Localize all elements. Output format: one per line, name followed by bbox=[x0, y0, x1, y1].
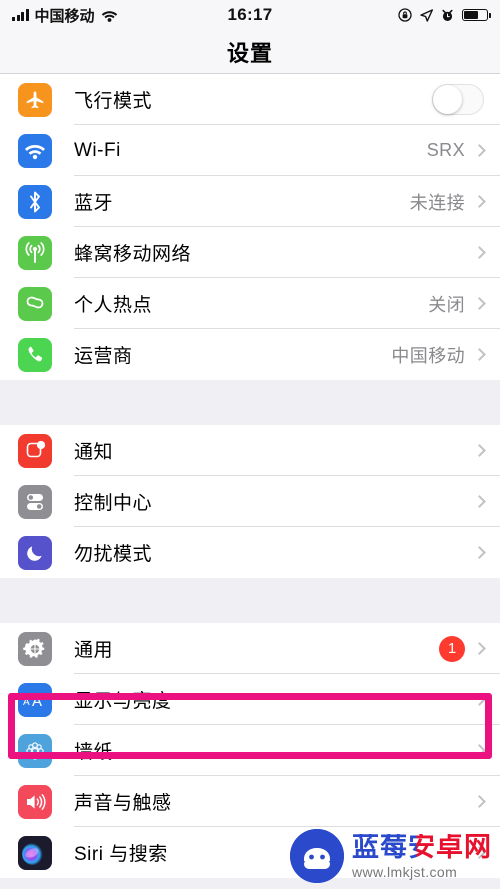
settings-row-value: 未连接 bbox=[409, 192, 465, 213]
watermark-text: 蓝莓安卓网 www.lmkjst.com bbox=[352, 831, 492, 880]
do-not-disturb-moon-icon bbox=[18, 535, 52, 570]
chevron-right-icon bbox=[473, 495, 486, 508]
siri-orb-icon bbox=[18, 835, 52, 870]
status-badge: 1 bbox=[439, 635, 465, 662]
settings-row-wallpaper[interactable]: 墙纸 bbox=[0, 725, 500, 776]
watermark-url: www.lmkjst.com bbox=[352, 863, 458, 880]
wallpaper-flower-icon bbox=[18, 733, 52, 768]
settings-list[interactable]: 飞行模式 Wi-Fi SRX 蓝牙 未连接 蜂窝移动网络 个人热点 关闭 运营商… bbox=[0, 74, 500, 889]
settings-group-connectivity: 飞行模式 Wi-Fi SRX 蓝牙 未连接 蜂窝移动网络 个人热点 关闭 运营商… bbox=[0, 74, 500, 380]
watermark-title: 蓝莓安卓网 bbox=[352, 831, 492, 862]
settings-row-label: 显示与亮度 bbox=[74, 691, 172, 712]
settings-row-accessory: 1 bbox=[439, 635, 500, 662]
status-bar-right bbox=[398, 8, 491, 22]
wifi-icon bbox=[18, 133, 52, 168]
chevron-right-icon bbox=[473, 744, 486, 757]
settings-row-accessory: 关闭 bbox=[428, 291, 500, 317]
location-arrow-icon bbox=[420, 8, 433, 22]
settings-row-accessory bbox=[465, 546, 500, 559]
chevron-right-icon bbox=[473, 546, 486, 559]
settings-row-carrier[interactable]: 运营商 中国移动 bbox=[0, 329, 500, 380]
settings-row-label: 通用 bbox=[74, 640, 114, 661]
svg-text:A: A bbox=[32, 693, 42, 710]
settings-row-value: 关闭 bbox=[428, 294, 465, 315]
chevron-right-icon bbox=[473, 246, 486, 259]
chevron-right-icon bbox=[473, 195, 486, 208]
page-title: 设置 bbox=[226, 40, 273, 66]
settings-row-accessory bbox=[465, 795, 500, 808]
settings-row-accessory bbox=[432, 84, 500, 115]
chevron-right-icon bbox=[473, 348, 486, 361]
settings-row-value: 中国移动 bbox=[391, 345, 465, 366]
phone-screen: 中国移动 16:17 设置 飞行模式 Wi-Fi SRX 蓝牙 未连接 蜂窝移动… bbox=[0, 0, 500, 889]
sounds-speaker-icon bbox=[18, 784, 52, 819]
settings-row-display-brightness[interactable]: A A 显示与亮度 bbox=[0, 674, 500, 725]
settings-row-notifications[interactable]: 通知 bbox=[0, 425, 500, 476]
settings-row-wifi[interactable]: Wi-Fi SRX bbox=[0, 125, 500, 176]
settings-row-accessory: 未连接 bbox=[410, 189, 500, 215]
settings-row-accessory bbox=[465, 444, 500, 457]
airplane-icon bbox=[18, 82, 52, 117]
settings-row-label: 声音与触感 bbox=[74, 793, 172, 814]
settings-row-accessory bbox=[465, 246, 500, 259]
settings-row-label: 运营商 bbox=[74, 346, 133, 367]
settings-row-label: 勿扰模式 bbox=[74, 544, 153, 565]
chevron-right-icon bbox=[473, 693, 486, 706]
settings-row-bluetooth[interactable]: 蓝牙 未连接 bbox=[0, 176, 500, 227]
settings-row-label: 控制中心 bbox=[74, 493, 153, 514]
settings-group-alerts: 通知 控制中心 勿扰模式 bbox=[0, 425, 500, 578]
chevron-right-icon bbox=[473, 444, 486, 457]
chevron-right-icon bbox=[473, 795, 486, 808]
control-center-icon bbox=[18, 484, 52, 519]
hotspot-icon bbox=[18, 286, 52, 321]
settings-row-control-center[interactable]: 控制中心 bbox=[0, 476, 500, 527]
chevron-right-icon bbox=[473, 642, 486, 655]
settings-row-value: SRX bbox=[426, 140, 465, 160]
settings-row-label: 飞行模式 bbox=[74, 91, 153, 112]
settings-row-cellular[interactable]: 蜂窝移动网络 bbox=[0, 227, 500, 278]
display-brightness-aa-icon: A A bbox=[18, 682, 52, 717]
settings-row-do-not-disturb[interactable]: 勿扰模式 bbox=[0, 527, 500, 578]
watermark: 蓝莓安卓网 www.lmkjst.com bbox=[290, 829, 492, 883]
settings-row-accessory: 中国移动 bbox=[391, 342, 500, 368]
chevron-right-icon bbox=[473, 144, 486, 157]
android-mascot-icon bbox=[290, 829, 344, 883]
gear-icon bbox=[18, 631, 52, 666]
settings-row-accessory: SRX bbox=[427, 140, 500, 161]
settings-row-general[interactable]: 通用 1 bbox=[0, 623, 500, 674]
settings-row-sounds-haptics[interactable]: 声音与触感 bbox=[0, 776, 500, 827]
settings-row-airplane-mode[interactable]: 飞行模式 bbox=[0, 74, 500, 125]
settings-row-accessory bbox=[465, 744, 500, 757]
settings-row-label: Siri 与搜索 bbox=[74, 844, 168, 865]
rotation-lock-icon bbox=[398, 8, 412, 22]
notifications-icon bbox=[18, 433, 52, 468]
battery-icon bbox=[462, 9, 491, 21]
group-separator bbox=[0, 380, 500, 425]
airplane-mode-toggle[interactable] bbox=[432, 84, 484, 115]
settings-row-label: Wi-Fi bbox=[74, 139, 121, 161]
phone-icon bbox=[18, 337, 52, 372]
group-separator bbox=[0, 578, 500, 623]
settings-row-personal-hotspot[interactable]: 个人热点 关闭 bbox=[0, 278, 500, 329]
settings-row-label: 蜂窝移动网络 bbox=[74, 244, 192, 265]
settings-row-label: 个人热点 bbox=[74, 295, 153, 316]
nav-bar: 设置 bbox=[0, 30, 500, 74]
settings-row-label: 墙纸 bbox=[74, 742, 114, 763]
cellular-antenna-icon bbox=[18, 235, 52, 270]
status-bar: 中国移动 16:17 bbox=[0, 0, 500, 30]
alarm-clock-icon bbox=[441, 9, 454, 22]
svg-text:A: A bbox=[23, 697, 30, 708]
chevron-right-icon bbox=[473, 297, 486, 310]
settings-row-accessory bbox=[465, 495, 500, 508]
settings-row-accessory bbox=[465, 693, 500, 706]
settings-row-label: 通知 bbox=[74, 442, 114, 463]
settings-row-label: 蓝牙 bbox=[74, 193, 114, 214]
bluetooth-icon bbox=[18, 184, 52, 219]
